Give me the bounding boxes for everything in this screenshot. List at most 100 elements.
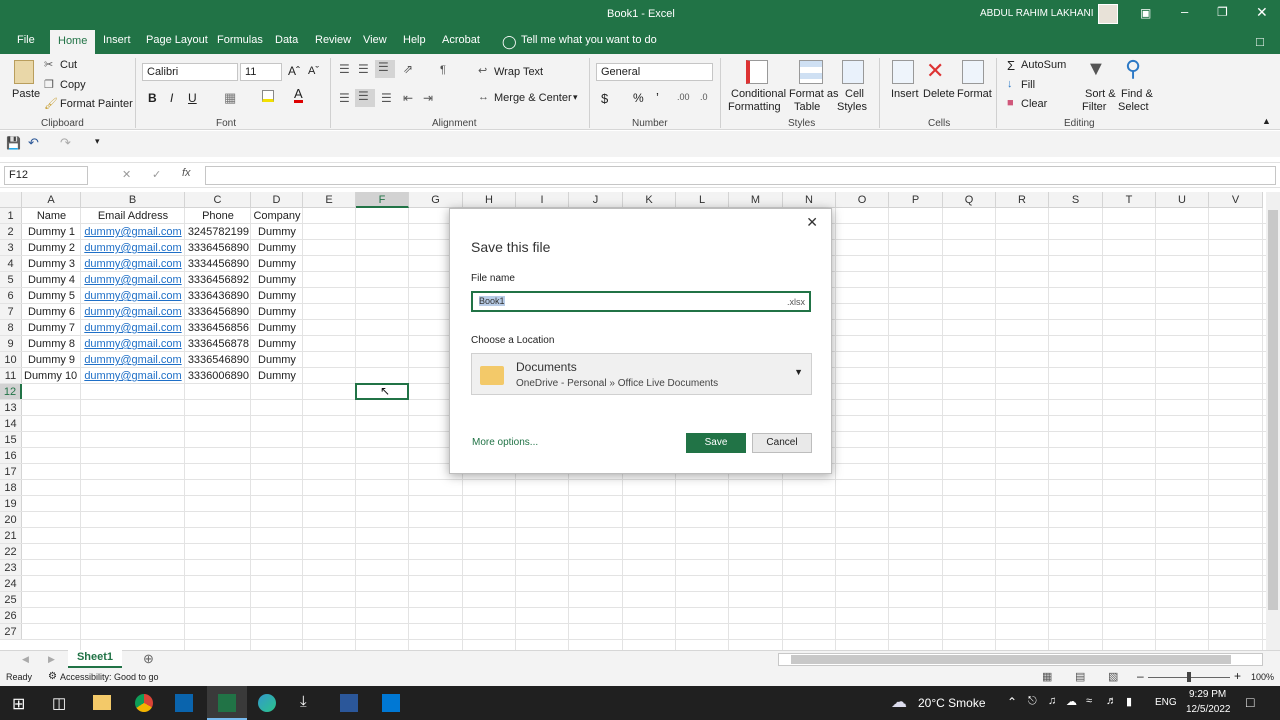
increase-font-icon[interactable]: Aˆ [288,64,300,78]
copy-button[interactable]: Copy [60,79,86,91]
row-header[interactable]: 12 [0,384,22,400]
row-header[interactable]: 25 [0,592,22,608]
row-header[interactable]: 19 [0,496,22,512]
save-button[interactable]: Save [686,433,746,453]
column-header[interactable]: P [889,192,943,208]
data-cell[interactable]: Dummy [253,304,301,320]
row-header[interactable]: 16 [0,448,22,464]
column-header[interactable]: K [623,192,676,208]
notifications-icon[interactable]: □ [1246,694,1254,710]
format-as-table-label[interactable]: Table [794,101,820,113]
vertical-scrollbar[interactable] [1266,192,1280,650]
email-cell[interactable]: dummy@gmail.com [83,352,183,368]
borders-icon[interactable]: ▦ [224,90,236,106]
tab-review[interactable]: Review [311,34,355,46]
redo-icon[interactable]: ↷ [60,135,71,151]
insert-cells-icon[interactable] [892,60,914,84]
zoom-level[interactable]: 100% [1251,672,1274,682]
row-header[interactable]: 23 [0,560,22,576]
align-center-icon[interactable]: ☰ [355,89,375,107]
column-header[interactable]: F [356,192,409,208]
column-header[interactable]: V [1209,192,1263,208]
underline-button[interactable]: U [188,91,197,105]
tab-acrobat[interactable]: Acrobat [438,34,484,46]
tell-me-search[interactable]: Tell me what you want to do [517,34,661,46]
location-picker[interactable]: Documents OneDrive - Personal » Office L… [471,353,812,395]
tab-file[interactable]: File [13,34,39,46]
file-explorer-icon[interactable] [93,695,111,710]
format-painter-icon[interactable]: 🖌 [44,97,58,110]
row-header[interactable]: 18 [0,480,22,496]
row-header[interactable]: 2 [0,224,22,240]
row-header[interactable]: 27 [0,624,22,640]
fill-color-icon[interactable] [262,90,274,102]
chrome-icon[interactable] [135,694,153,712]
sheet-tab[interactable]: Sheet1 [68,650,122,669]
tab-formulas[interactable]: Formulas [213,34,267,46]
column-header[interactable]: L [676,192,729,208]
cut-icon[interactable]: ✂ [44,58,53,71]
wifi-icon[interactable]: ≈ [1086,695,1092,707]
save-icon[interactable]: 💾 [6,136,21,150]
email-cell[interactable]: dummy@gmail.com [83,256,183,272]
page-break-view-icon[interactable]: ▧ [1108,670,1118,683]
row-header[interactable]: 20 [0,512,22,528]
data-cell[interactable]: 3336456856 [187,320,249,336]
row-header[interactable]: 6 [0,288,22,304]
weather-text[interactable]: 20°C Smoke [918,696,986,710]
column-header[interactable]: D [251,192,303,208]
email-cell[interactable]: dummy@gmail.com [83,272,183,288]
format-cells-button[interactable]: Format [957,88,992,100]
prev-sheet-icon[interactable]: ◀ [22,654,29,665]
data-cell[interactable]: Dummy [253,320,301,336]
sort-filter-icon[interactable]: ▼ [1086,58,1106,81]
data-cell[interactable]: Dummy [253,368,301,384]
chevron-down-icon[interactable]: ▾ [573,92,578,103]
download-app-icon[interactable]: ⤓ [300,693,307,710]
data-cell[interactable]: Dummy [253,272,301,288]
data-cell[interactable]: 3336456890 [187,240,249,256]
tab-home[interactable]: Home [50,30,96,54]
wrap-text-icon[interactable]: ↩ [478,64,487,77]
decrease-decimal-icon[interactable]: .0 [700,92,708,102]
customize-qat-icon[interactable]: ▾ [95,136,100,147]
email-cell[interactable]: dummy@gmail.com [83,320,183,336]
language-indicator[interactable]: ENG [1155,697,1177,708]
data-cell[interactable]: Dummy [253,288,301,304]
scroll-thumb[interactable] [791,655,1231,664]
merge-center-button[interactable]: Merge & Center [494,92,572,104]
middle-align-icon[interactable]: ☰ [358,62,369,76]
minimize-icon[interactable]: – [1181,4,1188,19]
data-cell[interactable]: Dummy 1 [24,224,79,240]
decrease-indent-icon[interactable]: ⇤ [403,91,413,105]
normal-view-icon[interactable]: ▦ [1042,670,1052,683]
close-window-icon[interactable]: ✕ [1256,4,1268,21]
data-cell[interactable]: Dummy 3 [24,256,79,272]
row-header[interactable]: 13 [0,400,22,416]
row-header[interactable]: 14 [0,416,22,432]
font-name-combo[interactable]: Calibri [142,63,238,81]
cancel-entry-icon[interactable]: ✕ [122,168,131,181]
column-header[interactable]: H [463,192,516,208]
clock-date[interactable]: 12/5/2022 [1186,704,1231,715]
format-painter-button[interactable]: Format Painter [60,98,133,110]
text-direction-icon[interactable]: ¶ [440,64,446,76]
header-cell[interactable]: Phone [187,208,249,224]
data-cell[interactable]: 3336456878 [187,336,249,352]
italic-button[interactable]: I [170,91,173,105]
delete-cells-icon[interactable]: ✕ [926,58,944,84]
wrap-text-button[interactable]: Wrap Text [494,66,543,78]
data-cell[interactable]: Dummy [253,256,301,272]
bold-button[interactable]: B [148,91,157,105]
comments-icon[interactable]: □ [1252,34,1268,49]
data-cell[interactable]: Dummy 6 [24,304,79,320]
column-header[interactable]: E [303,192,356,208]
tab-page-layout[interactable]: Page Layout [142,34,212,46]
font-size-combo[interactable]: 11 [240,63,282,81]
find-select-label[interactable]: Select [1118,101,1149,113]
header-cell[interactable]: Name [24,208,79,224]
column-header[interactable]: G [409,192,463,208]
restore-icon[interactable]: ❐ [1217,5,1228,19]
data-cell[interactable]: 3245782199 [187,224,249,240]
weather-icon[interactable]: ☁ [891,692,907,712]
